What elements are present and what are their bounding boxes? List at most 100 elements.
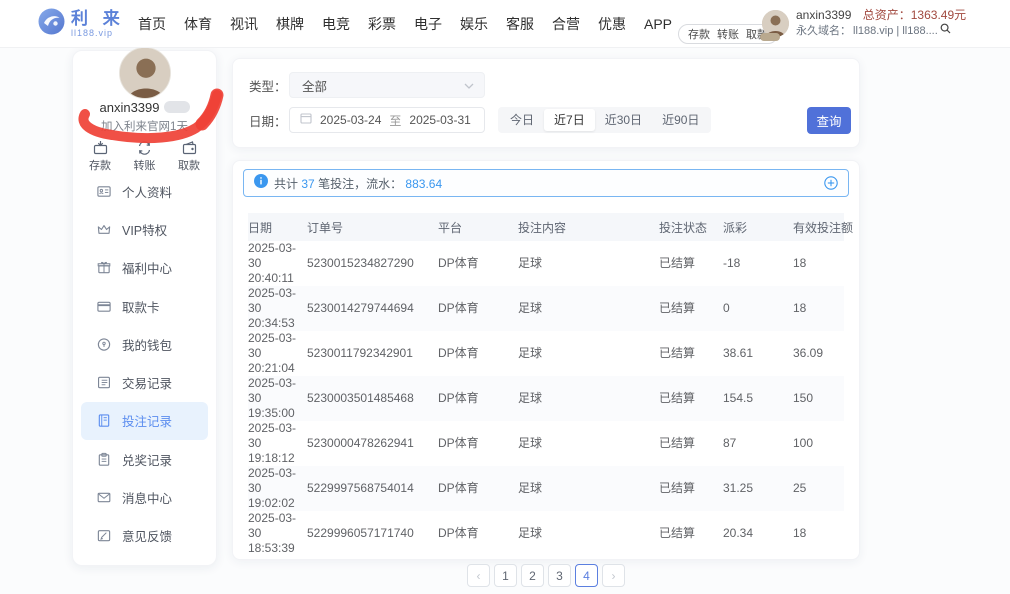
cell-content: 足球 <box>518 241 659 286</box>
nav-item-4[interactable]: 棋牌 <box>276 14 304 34</box>
wallet-action-1[interactable]: 存款 <box>688 26 710 42</box>
cell-date: 2025-03-3020:40:11 <box>248 241 307 286</box>
cell-order: 5230003501485468 <box>307 376 438 421</box>
circle-plus-icon[interactable] <box>824 176 838 190</box>
nav-item-8[interactable]: 娱乐 <box>460 14 488 34</box>
sidebar-menu: 个人资料 VIP特权福利中心取款卡我的钱包交易记录投注记录兑奖记录消息中心意见反馈 <box>81 172 208 555</box>
sidebar-item-label: 个人资料 <box>122 182 172 201</box>
table-header-row: 日期订单号平台投注内容投注状态派彩有效投注额 <box>248 213 844 241</box>
sidebar-item-label: 兑奖记录 <box>122 450 172 469</box>
nav-item-9[interactable]: 客服 <box>506 14 534 34</box>
sidebar-item-10[interactable]: 意见反馈 <box>81 517 208 555</box>
quick-action-label: 转账 <box>134 157 156 173</box>
page-button-3[interactable]: 3 <box>548 564 571 587</box>
cell-order: 5230011792342901 <box>307 331 438 376</box>
column-header-5: 投注状态 <box>659 213 723 241</box>
cell-status: 已结算 <box>659 286 723 331</box>
column-header-2: 订单号 <box>307 213 438 241</box>
quick-action-3[interactable]: 取款 <box>178 140 200 170</box>
cell-time-value: 20:40:11 <box>248 271 307 286</box>
cell-date-value: 2025-03-30 <box>248 511 307 541</box>
search-icon[interactable] <box>940 23 951 39</box>
cell-payout: 0 <box>723 286 793 331</box>
avatar[interactable] <box>119 47 171 99</box>
cell-date-value: 2025-03-30 <box>248 241 307 271</box>
column-header-7: 有效投注额 <box>793 213 844 241</box>
cell-content: 足球 <box>518 331 659 376</box>
nav-item-2[interactable]: 体育 <box>184 14 212 34</box>
table-row: 2025-03-3020:34:535230014279744694DP体育足球… <box>248 286 844 331</box>
page-button-1[interactable]: 1 <box>494 564 517 587</box>
sidebar-item-5[interactable]: 我的钱包 <box>81 325 208 363</box>
sidebar-item-label: 消息中心 <box>122 488 172 507</box>
site-logo[interactable]: 利 来 ll188.vip <box>38 8 125 40</box>
feedback-icon <box>96 528 112 543</box>
search-button[interactable]: 查询 <box>807 107 851 134</box>
sidebar-item-2[interactable]: VIP特权 <box>81 210 208 248</box>
sidebar-item-3[interactable]: 福利中心 <box>81 249 208 287</box>
wallet-icon <box>96 337 112 352</box>
nav-item-7[interactable]: 电子 <box>414 14 442 34</box>
sidebar-item-4[interactable]: 取款卡 <box>81 287 208 325</box>
main-nav: 首页体育视讯棋牌电竞彩票电子娱乐客服合营优惠 APP <box>138 0 672 48</box>
cell-valid-amount: 18 <box>793 286 844 331</box>
user-level-badge <box>760 33 780 41</box>
cell-platform: DP体育 <box>438 421 518 466</box>
cell-payout: 87 <box>723 421 793 466</box>
cell-platform: DP体育 <box>438 466 518 511</box>
sidebar-item-9[interactable]: 消息中心 <box>81 478 208 516</box>
cell-status: 已结算 <box>659 376 723 421</box>
level-badge <box>164 101 190 113</box>
wallet-action-2[interactable]: 转账 <box>717 26 739 42</box>
cell-platform: DP体育 <box>438 376 518 421</box>
cell-valid-amount: 150 <box>793 376 844 421</box>
summary-prefix: 共计 <box>274 177 298 191</box>
next-page-button[interactable]: › <box>602 564 625 587</box>
nav-item-12[interactable]: APP <box>644 16 672 32</box>
range-option-3[interactable]: 近30日 <box>595 109 652 131</box>
user-info: anxin3399 总资产：1363.49元 永久域名： ll188.vip |… <box>796 8 966 39</box>
quick-action-2[interactable]: 转账 <box>134 140 156 170</box>
sidebar-item-6[interactable]: 交易记录 <box>81 363 208 401</box>
cell-content: 足球 <box>518 376 659 421</box>
cell-payout: 20.34 <box>723 511 793 556</box>
cell-date-value: 2025-03-30 <box>248 286 307 316</box>
cell-status: 已结算 <box>659 241 723 286</box>
nav-item-6[interactable]: 彩票 <box>368 14 396 34</box>
nav-item-10[interactable]: 合营 <box>552 14 580 34</box>
cell-time-value: 19:18:12 <box>248 451 307 466</box>
bet-records-panel: 共计 37 笔投注，流水： 883.64 日期订单号平台投注内容投注状态派彩有效… <box>232 160 860 560</box>
cell-date-value: 2025-03-30 <box>248 331 307 361</box>
cell-valid-amount: 36.09 <box>793 331 844 376</box>
range-option-2[interactable]: 近7日 <box>544 109 595 131</box>
bank-card-icon <box>96 299 112 314</box>
info-icon <box>254 174 268 193</box>
cell-order: 5230015234827290 <box>307 241 438 286</box>
column-header-4: 投注内容 <box>518 213 659 241</box>
date-separator: 至 <box>389 112 401 129</box>
summary-count: 37 <box>301 177 314 191</box>
cell-time-value: 19:35:00 <box>248 406 307 421</box>
cell-date: 2025-03-3020:21:04 <box>248 331 307 376</box>
sidebar-item-8[interactable]: 兑奖记录 <box>81 440 208 478</box>
date-range-input[interactable]: 2025-03-24 至 2025-03-31 <box>289 107 485 133</box>
page-button-2[interactable]: 2 <box>521 564 544 587</box>
cell-date-value: 2025-03-30 <box>248 376 307 406</box>
cell-platform: DP体育 <box>438 241 518 286</box>
sidebar-item-1[interactable]: 个人资料 <box>81 172 208 210</box>
nav-item-5[interactable]: 电竞 <box>322 14 350 34</box>
page-button-4[interactable]: 4 <box>575 564 598 587</box>
nav-item-11[interactable]: 优惠 <box>598 14 626 34</box>
nav-item-3[interactable]: 视讯 <box>230 14 258 34</box>
range-option-1[interactable]: 今日 <box>500 109 544 131</box>
prev-page-button[interactable]: ‹ <box>467 564 490 587</box>
range-option-4[interactable]: 近90日 <box>652 109 709 131</box>
sidebar-item-7[interactable]: 投注记录 <box>81 402 208 440</box>
sidebar-item-label: 我的钱包 <box>122 335 172 354</box>
cell-valid-amount: 18 <box>793 511 844 556</box>
quick-action-1[interactable]: 存款 <box>89 140 111 170</box>
nav-item-1[interactable]: 首页 <box>138 14 166 34</box>
type-dropdown[interactable]: 全部 <box>289 72 485 98</box>
date-from-value: 2025-03-24 <box>320 113 381 127</box>
logo-title: 利 来 <box>71 10 125 28</box>
